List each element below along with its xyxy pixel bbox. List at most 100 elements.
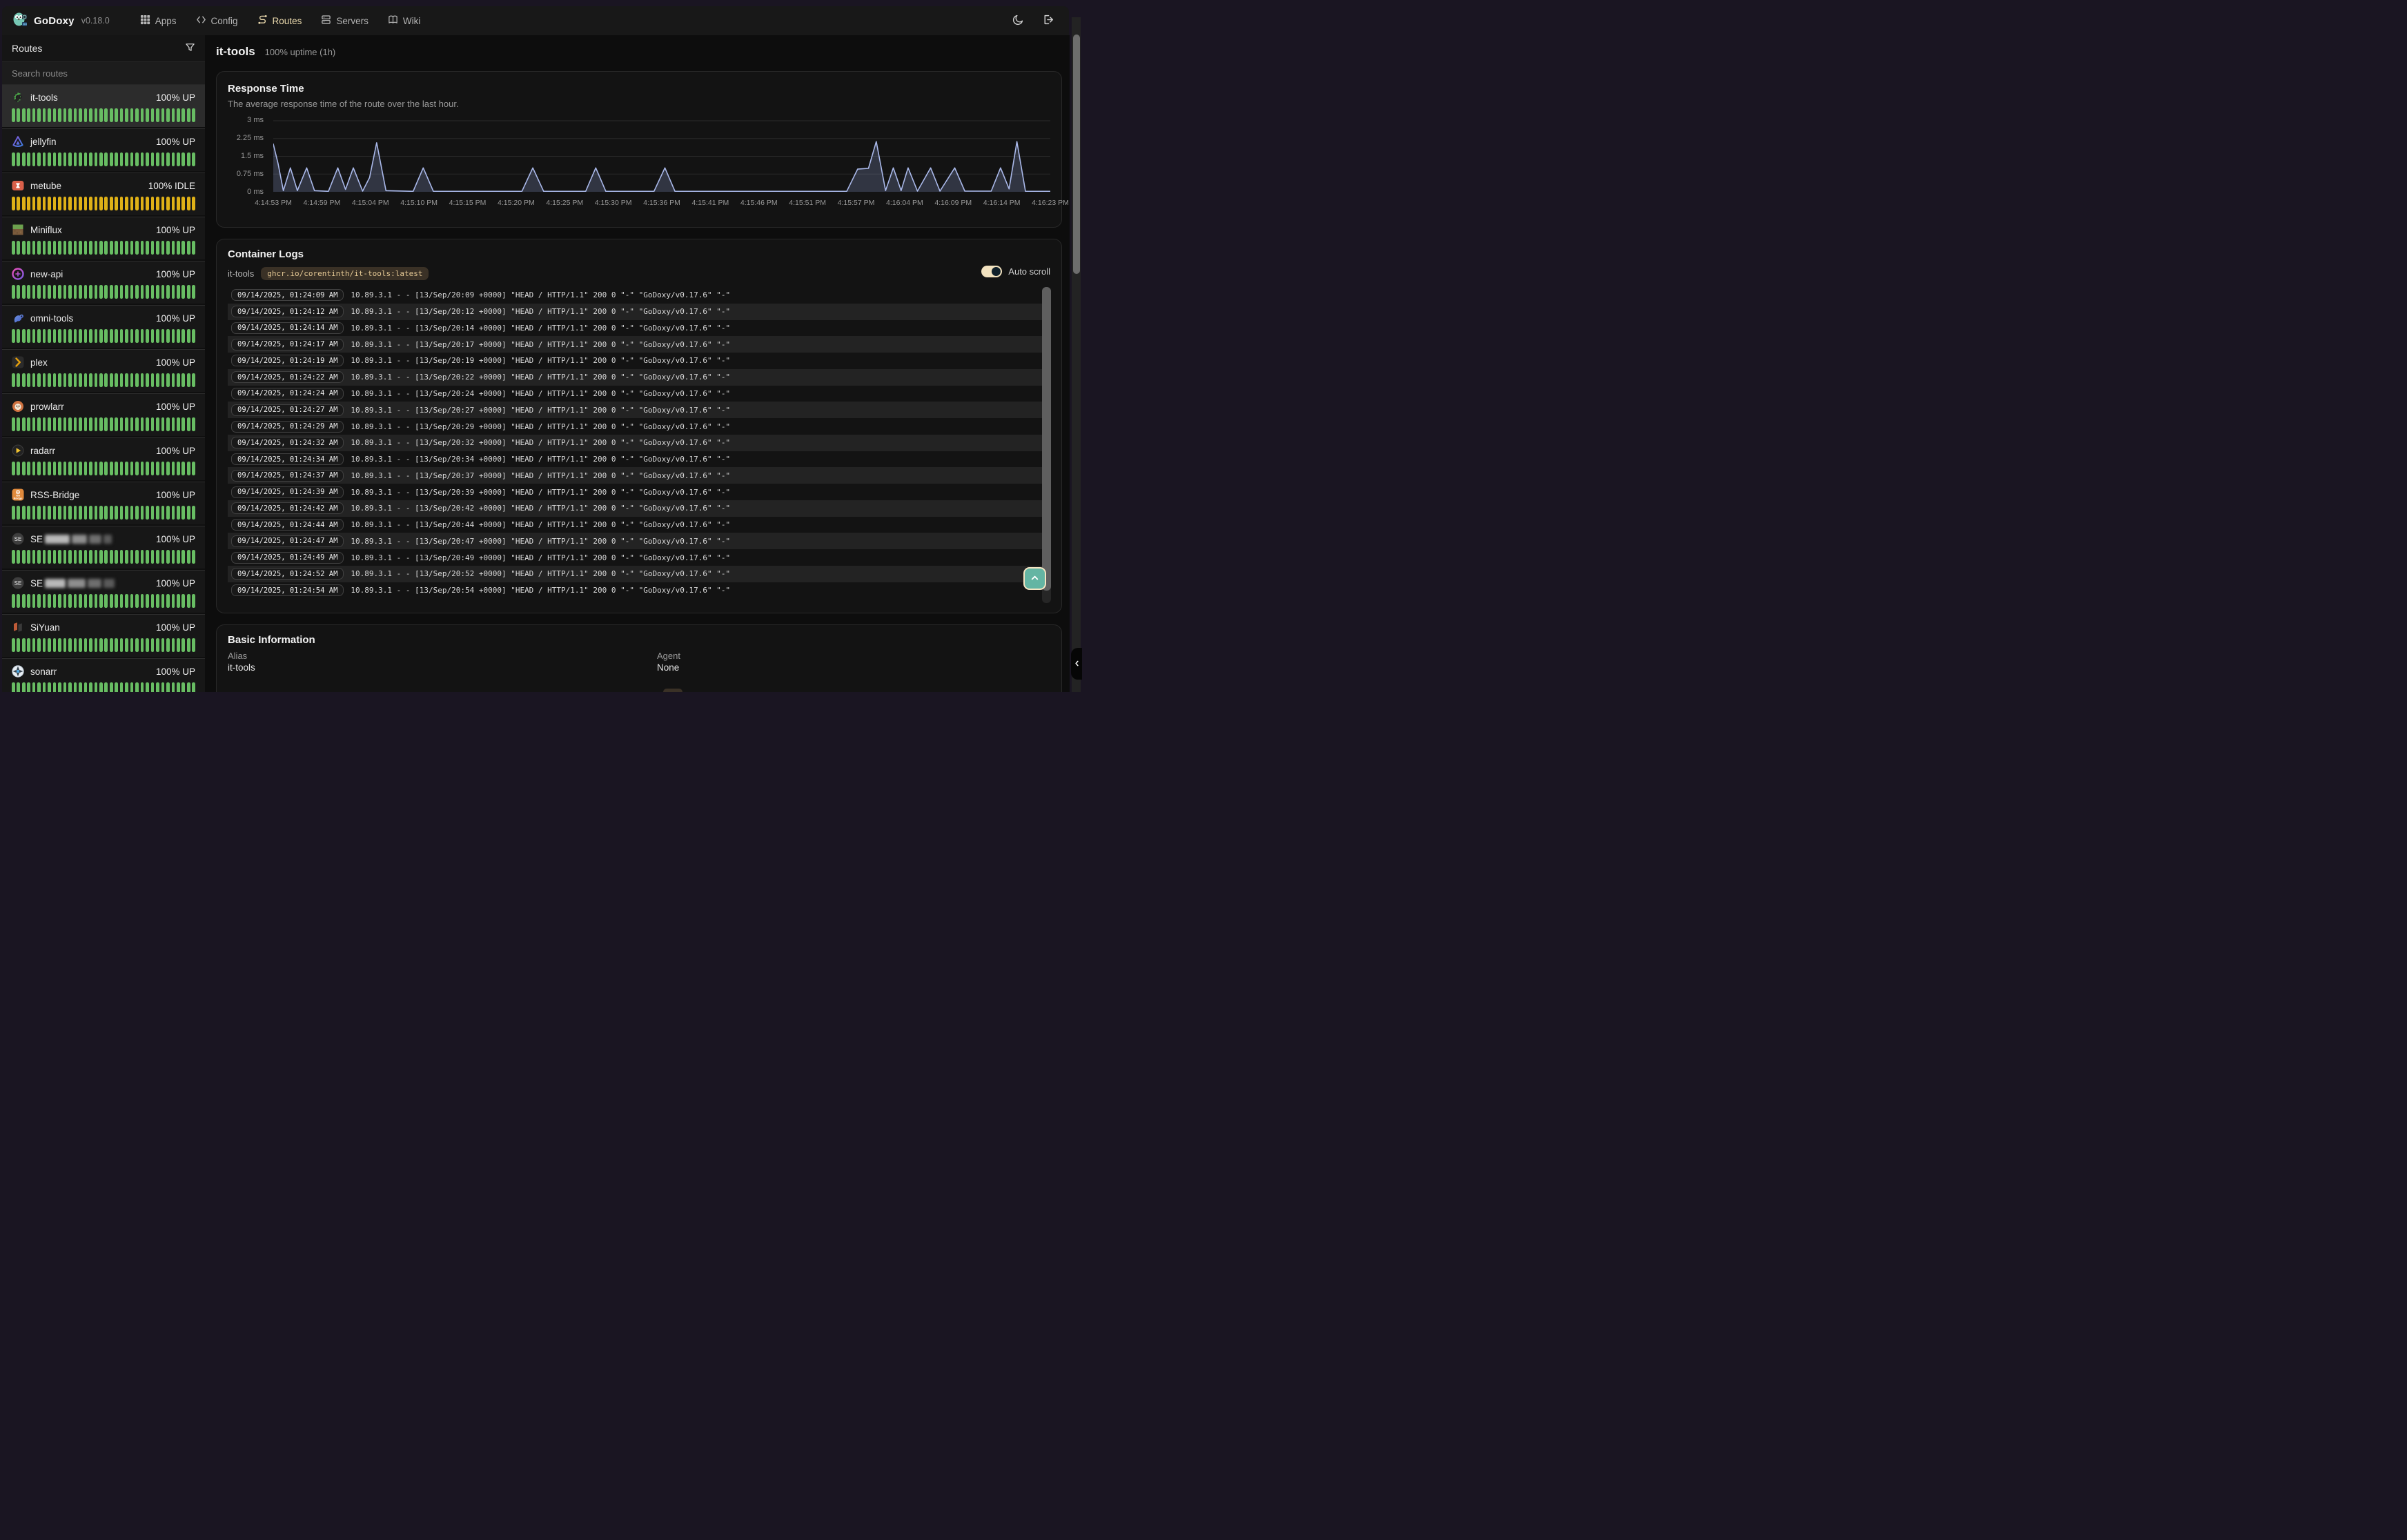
uptime-bar: [63, 594, 67, 608]
uptime-bar: [177, 152, 180, 166]
x-tick-label: 4:14:59 PM: [304, 199, 341, 207]
uptime-bar: [89, 329, 92, 343]
uptime-bar: [177, 506, 180, 520]
collapse-panel-tab[interactable]: [1071, 648, 1082, 680]
uptime-bar: [27, 682, 30, 692]
route-item-miniflux[interactable]: Miniflux 100% UP: [2, 217, 205, 259]
page-scrollbar[interactable]: [1072, 17, 1081, 692]
uptime-bar: [130, 462, 134, 475]
route-item-it-tools[interactable]: it-tools 100% UP: [2, 85, 205, 127]
route-list: it-tools 100% UP jellyfin 100% UP metube…: [2, 85, 205, 692]
uptime-bar: [172, 152, 175, 166]
nav-item-routes[interactable]: Routes: [257, 14, 302, 27]
uptime-bar: [89, 682, 92, 692]
uptime-bar: [135, 108, 139, 122]
theme-toggle-button[interactable]: [1012, 14, 1024, 28]
uptime-bar: [63, 241, 67, 255]
route-item-new-api[interactable]: new-api 100% UP: [2, 261, 205, 304]
uptime-bar: [187, 638, 190, 652]
route-item-metube[interactable]: metube 100% IDLE: [2, 172, 205, 215]
uptime-bar: [84, 462, 88, 475]
scroll-to-top-button[interactable]: [1023, 567, 1046, 590]
route-item-prowlarr[interactable]: prowlarr 100% UP: [2, 393, 205, 436]
wiki-book-icon: [388, 14, 398, 27]
brand-group[interactable]: GoDoxy v0.18.0: [12, 11, 110, 31]
nav-item-apps[interactable]: Apps: [140, 14, 177, 27]
uptime-bar: [89, 152, 92, 166]
route-item-siyuan[interactable]: SiYuan 100% UP: [2, 614, 205, 657]
uptime-bar: [12, 152, 15, 166]
log-message: 10.89.3.1 - - [13/Sep/20:34 +0000] "HEAD…: [351, 455, 730, 464]
uptime-bar: [63, 462, 67, 475]
auto-scroll-control[interactable]: Auto scroll: [981, 266, 1050, 277]
nav-item-servers[interactable]: Servers: [321, 14, 369, 27]
log-message: 10.89.3.1 - - [13/Sep/20:17 +0000] "HEAD…: [351, 340, 730, 349]
uptime-bar: [12, 108, 15, 122]
uptime-bars: [12, 329, 195, 343]
uptime-bar: [12, 506, 15, 520]
jellyfin-icon: [12, 135, 24, 148]
route-row: omni-tools 100% UP: [12, 310, 195, 326]
route-item-sonarr[interactable]: sonarr 100% UP: [2, 658, 205, 692]
info-field-agent: Agent None: [657, 651, 680, 673]
uptime-bar: [120, 594, 124, 608]
uptime-bar: [172, 550, 175, 564]
y-tick-label: 3 ms: [247, 116, 264, 124]
uptime-bar: [187, 241, 190, 255]
route-item-radarr[interactable]: radarr 100% UP: [2, 437, 205, 480]
route-item-omni-tools[interactable]: omni-tools 100% UP: [2, 305, 205, 348]
uptime-bar: [146, 682, 149, 692]
route-item-se-redacted-2[interactable]: SE SE 100% UP: [2, 570, 205, 613]
uptime-bar: [125, 197, 128, 210]
search-routes-input[interactable]: [2, 68, 205, 79]
uptime-bar: [110, 638, 113, 652]
log-timestamp-badge: 09/14/2025, 01:24:17 AM: [231, 339, 344, 351]
uptime-bar: [22, 197, 26, 210]
uptime-bar: [192, 285, 195, 299]
auto-scroll-toggle[interactable]: [981, 266, 1002, 277]
uptime-bar: [115, 462, 118, 475]
route-item-se-redacted-1[interactable]: SE SE 100% UP: [2, 526, 205, 569]
container-logs-subheader: it-tools ghcr.io/corentinth/it-tools:lat…: [228, 267, 429, 280]
uptime-bar: [141, 329, 144, 343]
uptime-bar: [120, 241, 124, 255]
uptime-bar: [43, 197, 46, 210]
uptime-bar: [177, 285, 180, 299]
uptime-bar: [181, 594, 185, 608]
uptime-bar: [99, 329, 103, 343]
se-avatar-icon: SE: [12, 533, 24, 545]
uptime-bar: [37, 594, 41, 608]
uptime-bar: [58, 197, 61, 210]
route-name: it-tools: [30, 92, 58, 103]
uptime-bar: [130, 682, 134, 692]
logs-scrollbar[interactable]: [1042, 287, 1051, 603]
uptime-bar: [17, 638, 20, 652]
uptime-bar: [79, 241, 82, 255]
route-item-rss-bridge[interactable]: rssBridge RSS-Bridge 100% UP: [2, 482, 205, 524]
uptime-bar: [166, 638, 170, 652]
uptime-bar: [68, 550, 72, 564]
log-row: 09/14/2025, 01:24:39 AM 10.89.3.1 - - [1…: [228, 484, 1043, 500]
uptime-bar: [48, 285, 51, 299]
uptime-bar: [53, 329, 57, 343]
route-item-jellyfin[interactable]: jellyfin 100% UP: [2, 128, 205, 171]
filter-icon: [185, 42, 195, 55]
nav-item-config[interactable]: Config: [196, 14, 238, 27]
filter-button[interactable]: [185, 42, 195, 55]
page-scrollbar-thumb[interactable]: [1073, 34, 1080, 274]
logs-scrollbar-thumb[interactable]: [1042, 287, 1051, 591]
uptime-bar: [53, 462, 57, 475]
uptime-bar: [141, 241, 144, 255]
uptime-bar: [63, 638, 67, 652]
route-status: 100% UP: [156, 137, 195, 147]
log-timestamp-badge: 09/14/2025, 01:24:34 AM: [231, 453, 344, 465]
route-item-plex[interactable]: plex 100% UP: [2, 349, 205, 392]
uptime-bar: [104, 506, 108, 520]
logout-button[interactable]: [1042, 14, 1054, 28]
uptime-bar: [141, 594, 144, 608]
uptime-bar: [84, 682, 88, 692]
uptime-bar: [151, 285, 155, 299]
uptime-bar: [48, 108, 51, 122]
uptime-bar: [95, 682, 98, 692]
nav-item-wiki[interactable]: Wiki: [388, 14, 421, 27]
